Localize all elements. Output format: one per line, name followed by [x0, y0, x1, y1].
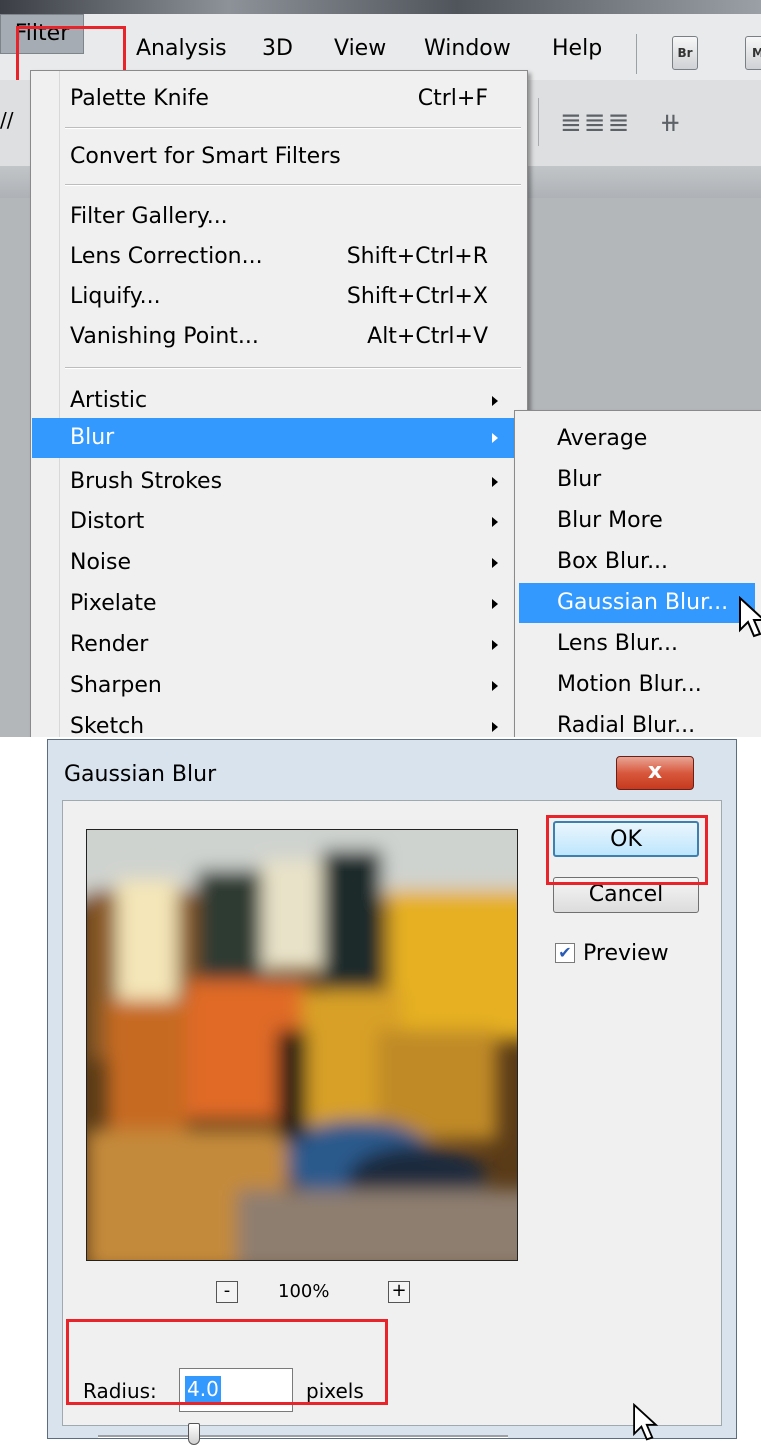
menu-item-label: Filter Gallery... [70, 204, 228, 229]
submenu-item-motion-blur[interactable]: Motion Blur... [519, 665, 755, 705]
menu-item-label: Vanishing Point... [70, 324, 259, 349]
menu-item-sharpen[interactable]: Sharpen [32, 666, 524, 706]
menu-item-label: Convert for Smart Filters [70, 144, 341, 169]
menu-item-pixelate[interactable]: Pixelate [32, 584, 524, 624]
radius-slider-track[interactable] [98, 1435, 508, 1438]
menu-item-shortcut: Shift+Ctrl+R [346, 244, 488, 269]
menu-item-sketch[interactable]: Sketch [32, 707, 524, 737]
submenu-item-label: Gaussian Blur... [557, 590, 729, 615]
align-distribute-icons[interactable]: ≣≣≣ ⧺ [560, 108, 683, 138]
gaussian-blur-dialog: Gaussian Blur x - 100% + Radius: 4.0 pix… [47, 739, 737, 1445]
menu-item-shortcut: Shift+Ctrl+X [346, 284, 488, 309]
photoshop-menu-screenshot: Filter Analysis 3D View Window Help Br M… [0, 0, 761, 737]
menu-item-label: Lens Correction... [70, 244, 263, 269]
radius-value: 4.0 [185, 1376, 221, 1402]
zoom-in-button[interactable]: + [388, 1281, 410, 1303]
menu-item-blur[interactable]: Blur [32, 418, 524, 458]
close-button[interactable]: x [616, 756, 694, 790]
menu-item-filter-gallery[interactable]: Filter Gallery... [32, 197, 524, 237]
submenu-arrow-icon [492, 396, 498, 406]
menu-item-palette-knife[interactable]: Palette Knife Ctrl+F [32, 79, 524, 119]
submenu-item-average[interactable]: Average [519, 419, 755, 459]
menu-item-label: Palette Knife [70, 86, 209, 111]
menu-item-label: Sketch [70, 714, 145, 737]
submenu-item-lens-blur[interactable]: Lens Blur... [519, 624, 755, 664]
menu-bar-divider [636, 34, 637, 74]
menu-item-label: Render [70, 632, 149, 657]
submenu-item-label: Lens Blur... [557, 631, 678, 656]
menu-item-noise[interactable]: Noise [32, 543, 524, 583]
bridge-icon[interactable]: Br [672, 36, 698, 70]
menu-item-label: Noise [70, 550, 132, 575]
submenu-arrow-icon [492, 599, 498, 609]
preview-image-art [87, 830, 517, 1260]
mini-bridge-icon[interactable]: M [745, 36, 761, 70]
submenu-arrow-icon [492, 640, 498, 650]
ok-button[interactable]: OK [553, 821, 699, 857]
submenu-item-label: Box Blur... [557, 549, 669, 574]
menu-item-liquify[interactable]: Liquify... Shift+Ctrl+X [32, 277, 524, 317]
mouse-cursor-icon [739, 596, 761, 638]
menu-window[interactable]: Window [424, 36, 511, 61]
preview-checkbox[interactable]: ✔ [555, 943, 575, 963]
dialog-title: Gaussian Blur [64, 762, 217, 787]
menu-item-label: Artistic [70, 388, 148, 413]
submenu-arrow-icon [492, 558, 498, 568]
menu-item-artistic[interactable]: Artistic [32, 381, 524, 421]
menu-view[interactable]: View [334, 36, 386, 61]
menu-item-label: Liquify... [70, 284, 161, 309]
menu-separator [65, 127, 521, 129]
menu-help[interactable]: Help [552, 36, 602, 61]
menu-filter[interactable]: Filter [0, 14, 84, 54]
submenu-item-gaussian-blur[interactable]: Gaussian Blur... [519, 583, 755, 623]
menu-item-label: Blur [70, 425, 115, 450]
radius-slider-thumb[interactable] [188, 1423, 200, 1445]
submenu-arrow-icon [492, 433, 498, 443]
submenu-arrow-icon [492, 722, 498, 732]
menu-separator [65, 184, 521, 186]
submenu-item-label: Radial Blur... [557, 713, 696, 737]
zoom-level: 100% [278, 1281, 330, 1302]
menu-item-label: Distort [70, 509, 145, 534]
mouse-cursor-icon [633, 1403, 658, 1441]
menu-item-label: Sharpen [70, 673, 162, 698]
menu-item-render[interactable]: Render [32, 625, 524, 665]
menu-item-label: Brush Strokes [70, 469, 223, 494]
menu-item-convert-smart-filters[interactable]: Convert for Smart Filters [32, 137, 524, 177]
submenu-arrow-icon [492, 477, 498, 487]
submenu-item-label: Blur More [557, 508, 663, 533]
submenu-item-blur-more[interactable]: Blur More [519, 501, 755, 541]
submenu-item-label: Average [557, 426, 648, 451]
submenu-item-blur[interactable]: Blur [519, 460, 755, 500]
submenu-item-label: Blur [557, 467, 602, 492]
zoom-out-button[interactable]: - [216, 1281, 238, 1303]
blur-preview-image[interactable] [86, 829, 518, 1261]
radius-label: Radius: [83, 1379, 157, 1403]
radius-unit-label: pixels [306, 1379, 364, 1403]
menu-item-brush-strokes[interactable]: Brush Strokes [32, 462, 524, 502]
menu-item-label: Pixelate [70, 591, 157, 616]
gaussian-blur-dialog-screenshot: Gaussian Blur x - 100% + Radius: 4.0 pix… [0, 737, 761, 1445]
dialog-body: - 100% + Radius: 4.0 pixels OK Cancel ✔ … [62, 800, 722, 1445]
menu-item-shortcut: Ctrl+F [417, 86, 488, 111]
menu-item-vanishing-point[interactable]: Vanishing Point... Alt+Ctrl+V [32, 317, 524, 357]
menu-separator [65, 367, 521, 369]
options-bar-divider [538, 98, 539, 146]
submenu-item-label: Motion Blur... [557, 672, 702, 697]
preview-checkbox-label: Preview [583, 941, 669, 966]
menu-item-shortcut: Alt+Ctrl+V [367, 324, 488, 349]
menu-3d[interactable]: 3D [262, 36, 293, 61]
filter-menu: Palette Knife Ctrl+F Convert for Smart F… [30, 70, 528, 737]
submenu-arrow-icon [492, 681, 498, 691]
menu-item-distort[interactable]: Distort [32, 502, 524, 542]
menu-analysis[interactable]: Analysis [136, 36, 227, 61]
menu-item-lens-correction[interactable]: Lens Correction... Shift+Ctrl+R [32, 237, 524, 277]
blur-submenu: Average Blur Blur More Box Blur... Gauss… [514, 410, 761, 737]
submenu-item-box-blur[interactable]: Box Blur... [519, 542, 755, 582]
cancel-button[interactable]: Cancel [553, 877, 699, 913]
options-bar-fragment: // [0, 108, 14, 132]
submenu-arrow-icon [492, 517, 498, 527]
submenu-item-radial-blur[interactable]: Radial Blur... [519, 706, 755, 737]
window-top-strip [0, 0, 761, 14]
